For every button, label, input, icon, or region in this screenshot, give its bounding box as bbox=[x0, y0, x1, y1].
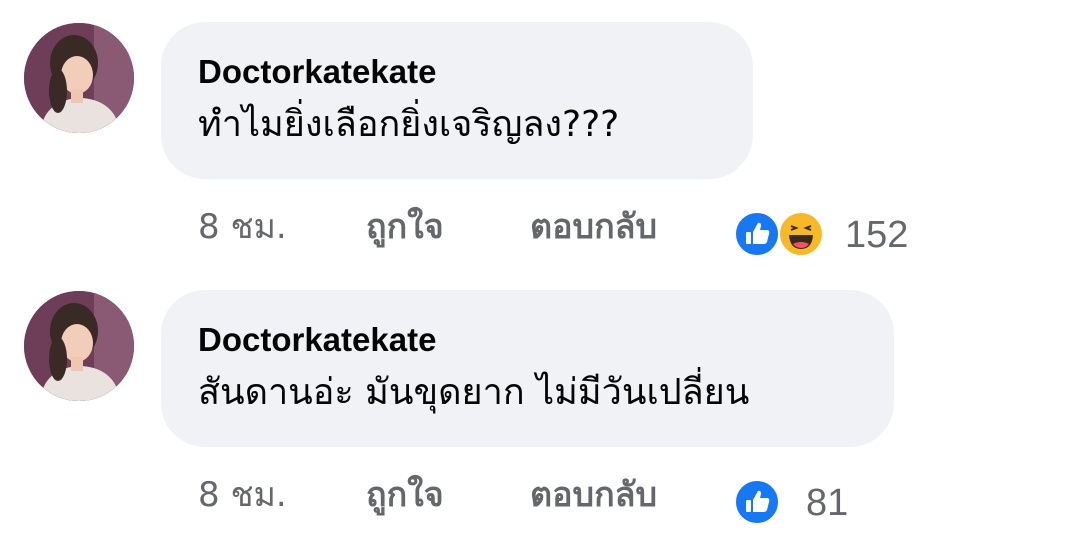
comment-author[interactable]: Doctorkatekate bbox=[198, 320, 856, 360]
reaction-count: 81 bbox=[806, 482, 849, 524]
like-icon bbox=[734, 211, 780, 257]
reply-button[interactable]: ตอบกลับ bbox=[530, 473, 657, 517]
comment-author[interactable]: Doctorkatekate bbox=[198, 52, 715, 92]
like-button[interactable]: ถูกใจ bbox=[366, 473, 444, 517]
comment-text: ทำไมยิ่งเลือกยิ่งเจริญลง??? bbox=[198, 104, 620, 145]
comment-bubble: Doctorkatekate ทำไมยิ่งเลือกยิ่งเจริญลง?… bbox=[161, 22, 753, 179]
reply-button[interactable]: ตอบกลับ bbox=[530, 205, 657, 249]
like-button[interactable]: ถูกใจ bbox=[366, 205, 444, 249]
comment-text: สันดานอ่ะ มันขุดยาก ไม่มีวันเปลี่ยน bbox=[198, 372, 750, 413]
haha-icon bbox=[778, 211, 824, 257]
comment-timestamp[interactable]: 8 ชม. bbox=[198, 473, 287, 517]
avatar[interactable] bbox=[24, 291, 134, 401]
like-icon bbox=[734, 479, 780, 525]
comment: Doctorkatekate สันดานอ่ะ มันขุดยาก ไม่มี… bbox=[0, 268, 1080, 538]
avatar[interactable] bbox=[24, 23, 134, 133]
reaction-count: 152 bbox=[845, 214, 909, 256]
comment-bubble: Doctorkatekate สันดานอ่ะ มันขุดยาก ไม่มี… bbox=[161, 290, 894, 447]
comment: Doctorkatekate ทำไมยิ่งเลือกยิ่งเจริญลง?… bbox=[0, 0, 1080, 270]
comment-timestamp[interactable]: 8 ชม. bbox=[198, 205, 287, 249]
